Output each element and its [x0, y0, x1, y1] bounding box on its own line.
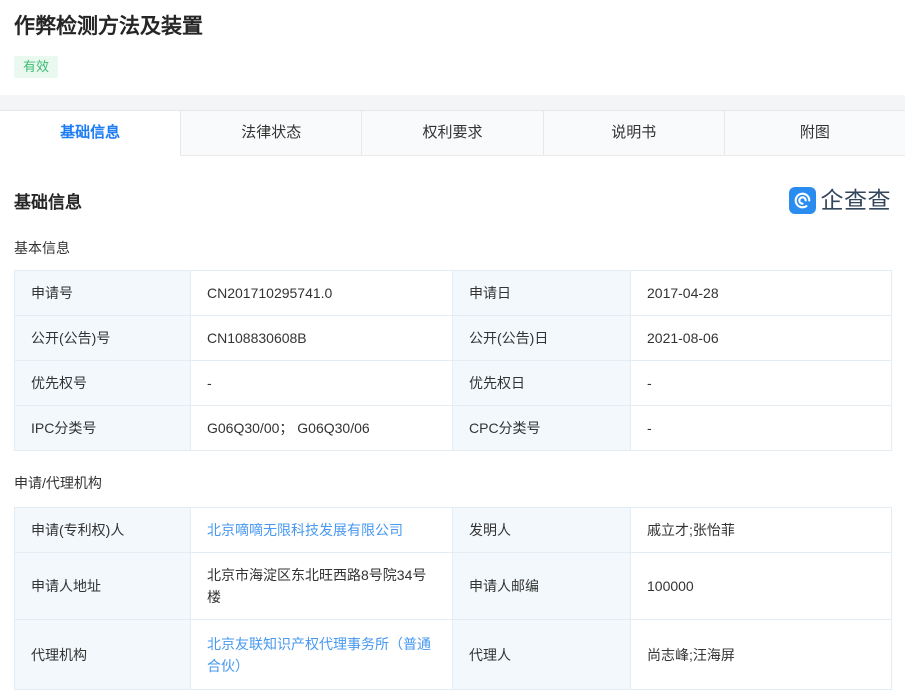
- applicant-company-link[interactable]: 北京嘀嘀无限科技发展有限公司: [207, 522, 403, 538]
- field-value: CN201710295741.0: [190, 270, 453, 316]
- field-value: 北京嘀嘀无限科技发展有限公司: [190, 507, 453, 553]
- field-value: 北京友联知识产权代理事务所（普通合伙）: [190, 619, 453, 690]
- basic-info-heading: 基本信息: [14, 240, 70, 256]
- field-value: CN108830608B: [190, 315, 453, 361]
- status-badge: 有效: [14, 56, 59, 78]
- field-value: 尚志峰;汪海屏: [630, 619, 892, 690]
- agency-firm-link[interactable]: 北京友联知识产权代理事务所（普通合伙）: [207, 636, 431, 674]
- field-value: 北京市海淀区东北旺西路8号院34号楼: [190, 552, 453, 620]
- field-value: -: [190, 360, 453, 406]
- agency-heading: 申请/代理机构: [14, 475, 102, 491]
- field-value: 100000: [630, 552, 892, 620]
- field-value: 戚立才;张怡菲: [630, 507, 892, 553]
- tab-specification[interactable]: 说明书: [542, 111, 724, 155]
- table-row: IPC分类号 G06Q30/00； G06Q30/06 CPC分类号 -: [14, 405, 892, 451]
- field-label: 代理人: [452, 619, 631, 690]
- content-area: 基础信息 企查查 基本信息 申请号 CN201710295741.0 申请日 2…: [0, 187, 905, 690]
- field-value: 2021-08-06: [630, 315, 892, 361]
- field-label: 申请人地址: [14, 552, 191, 620]
- field-label: 申请(专利权)人: [14, 507, 191, 553]
- field-label: CPC分类号: [452, 405, 631, 451]
- table-row: 代理机构 北京友联知识产权代理事务所（普通合伙） 代理人 尚志峰;汪海屏: [14, 619, 892, 690]
- field-value: 2017-04-28: [630, 270, 892, 316]
- field-label: 申请号: [14, 270, 191, 316]
- page-title: 作弊检测方法及装置: [14, 15, 203, 38]
- field-label: 公开(公告)号: [14, 315, 191, 361]
- agency-table: 申请(专利权)人 北京嘀嘀无限科技发展有限公司 发明人 戚立才;张怡菲 申请人地…: [14, 507, 892, 690]
- field-label: 优先权日: [452, 360, 631, 406]
- field-label: 申请人邮编: [452, 552, 631, 620]
- table-row: 优先权号 - 优先权日 -: [14, 360, 892, 406]
- qichacha-logo-icon: [788, 187, 816, 214]
- basic-info-table: 申请号 CN201710295741.0 申请日 2017-04-28 公开(公…: [14, 270, 892, 451]
- field-label: IPC分类号: [14, 405, 191, 451]
- field-label: 公开(公告)日: [452, 315, 631, 361]
- tab-legal-status[interactable]: 法律状态: [180, 111, 362, 155]
- field-label: 代理机构: [14, 619, 191, 690]
- field-label: 发明人: [452, 507, 631, 553]
- tab-claims[interactable]: 权利要求: [361, 111, 543, 155]
- table-row: 申请号 CN201710295741.0 申请日 2017-04-28: [14, 270, 892, 316]
- tab-drawings[interactable]: 附图: [723, 111, 905, 155]
- patent-header: 作弊检测方法及装置 有效: [0, 0, 905, 95]
- table-row: 申请(专利权)人 北京嘀嘀无限科技发展有限公司 发明人 戚立才;张怡菲: [14, 507, 892, 553]
- table-row: 申请人地址 北京市海淀区东北旺西路8号院34号楼 申请人邮编 100000: [14, 552, 892, 620]
- field-label: 优先权号: [14, 360, 191, 406]
- tab-bar: 基础信息 法律状态 权利要求 说明书 附图: [0, 110, 905, 156]
- field-value: G06Q30/00； G06Q30/06: [190, 405, 453, 451]
- table-row: 公开(公告)号 CN108830608B 公开(公告)日 2021-08-06: [14, 315, 892, 361]
- section-title: 基础信息: [14, 193, 82, 212]
- section-divider: [0, 95, 905, 110]
- field-value: -: [630, 405, 892, 451]
- field-label: 申请日: [452, 270, 631, 316]
- tab-basic-info[interactable]: 基础信息: [0, 111, 181, 156]
- qichacha-logo: 企查查: [788, 187, 892, 214]
- qichacha-brand-text: 企查查: [820, 187, 891, 213]
- field-value: -: [630, 360, 892, 406]
